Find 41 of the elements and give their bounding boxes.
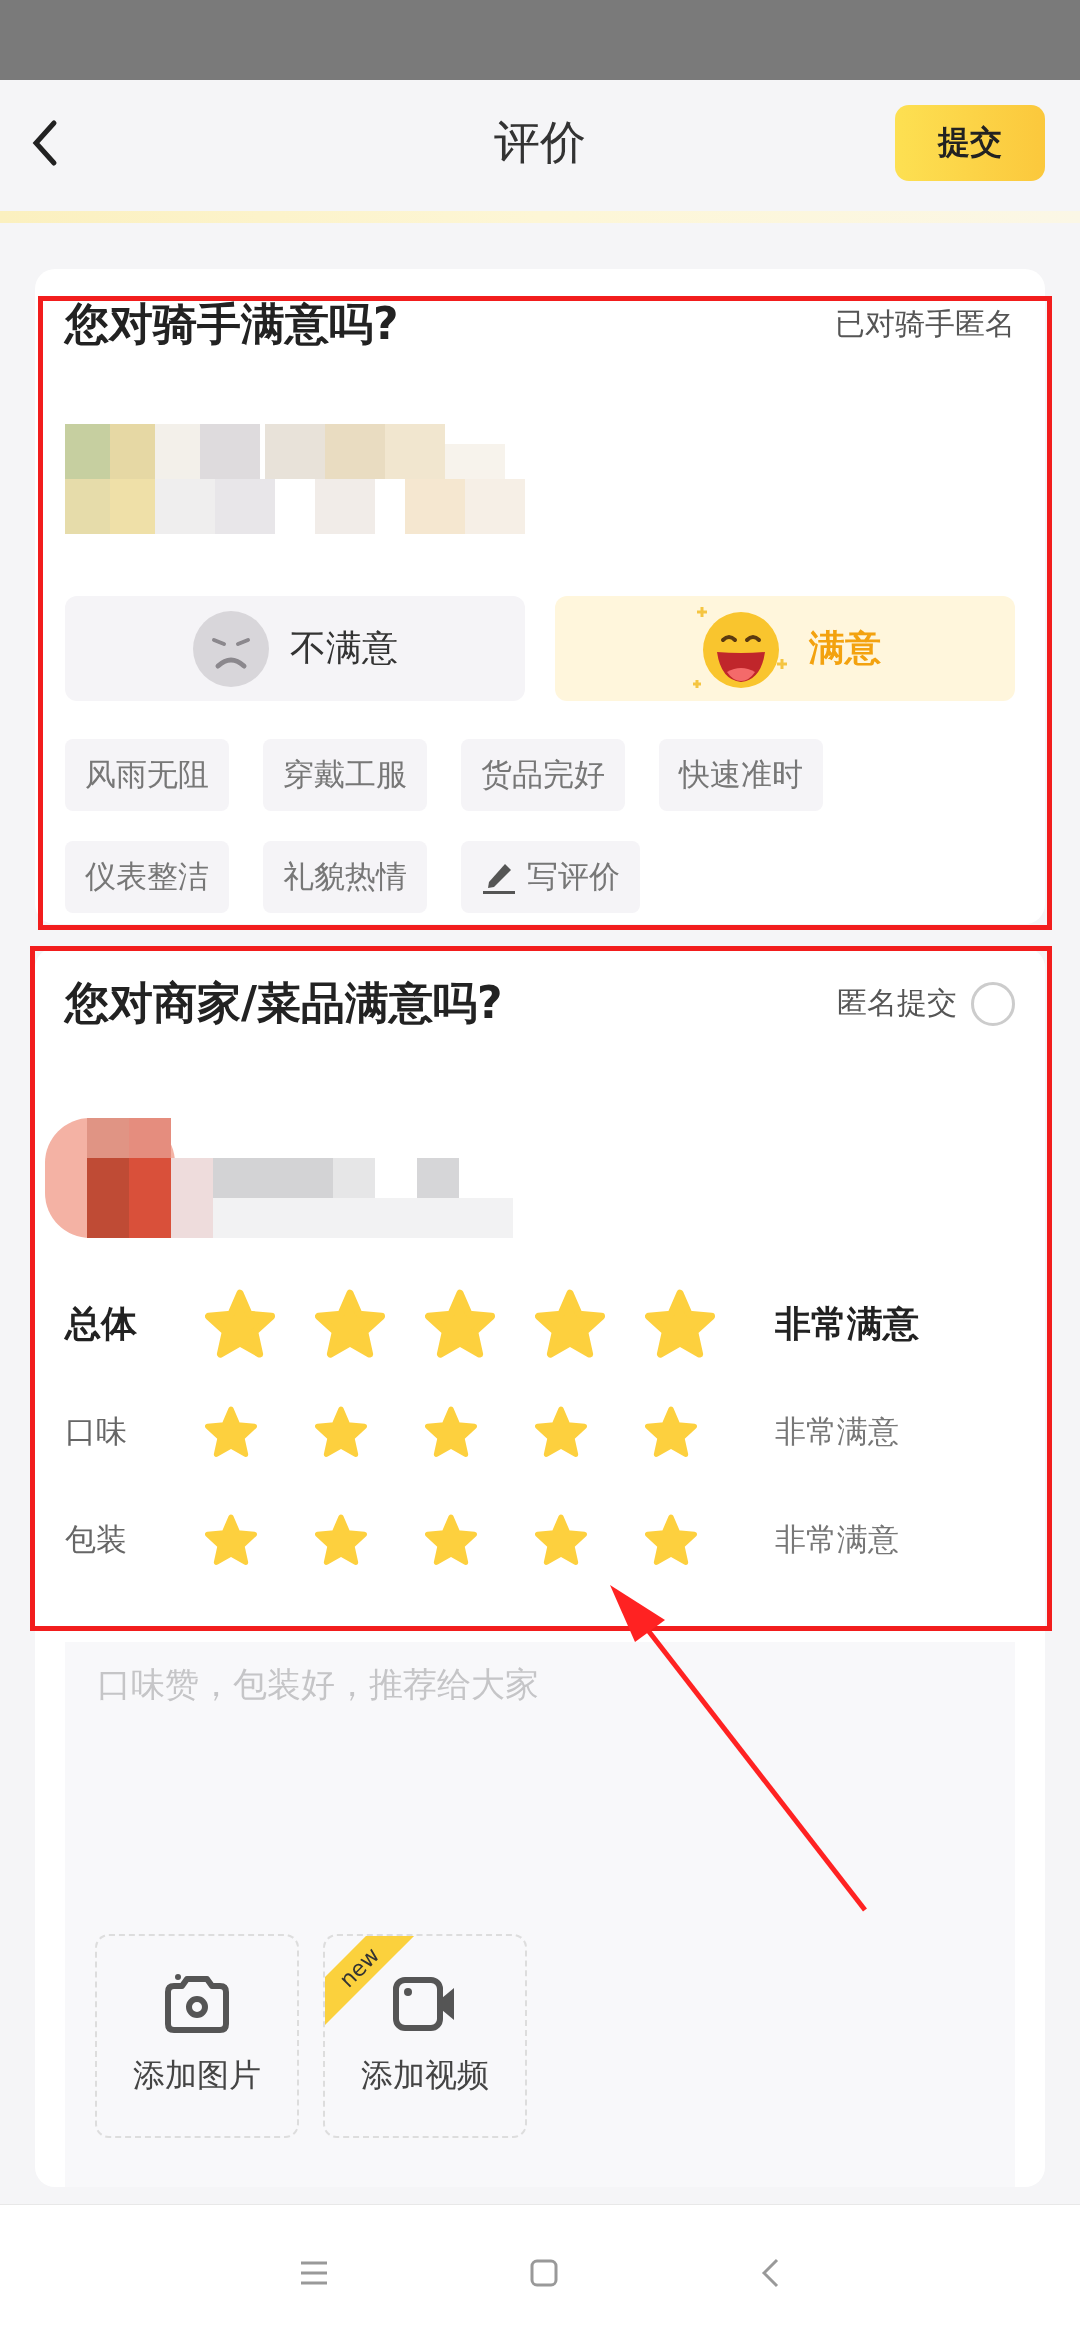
camera-icon [164, 1974, 230, 2034]
tag-chip[interactable]: 货品完好 [461, 739, 625, 811]
sad-face-icon [192, 609, 270, 688]
tag-chip[interactable]: 风雨无阻 [65, 739, 229, 811]
star-icon[interactable] [645, 1406, 697, 1458]
star-icon[interactable] [425, 1406, 477, 1458]
write-review-button[interactable]: 写评价 [461, 841, 640, 913]
star-icon[interactable] [315, 1289, 385, 1359]
rating-text: 非常满意 [775, 1412, 899, 1451]
radio-button[interactable] [971, 981, 1015, 1026]
rating-text: 非常满意 [775, 1520, 899, 1559]
anonymous-label: 匿名提交 [837, 984, 957, 1022]
star-icon[interactable] [535, 1289, 605, 1359]
rating-option[interactable]: 不满意 [65, 596, 525, 701]
rating-label: 总体 [65, 1301, 138, 1346]
section-title: 您对骑手满意吗? [65, 297, 399, 351]
star-icon[interactable] [425, 1289, 495, 1359]
star-icon[interactable] [205, 1406, 257, 1458]
star-icon[interactable] [645, 1289, 715, 1359]
home-icon[interactable] [529, 2257, 559, 2288]
star-icon[interactable] [205, 1514, 257, 1566]
submit-button[interactable]: 提交 [895, 104, 1045, 181]
rating-text: 非常满意 [775, 1301, 919, 1346]
star-icon[interactable] [425, 1514, 477, 1566]
tag-chip[interactable]: 仪表整洁 [65, 841, 229, 913]
add-photo-button[interactable]: 添加图片 [95, 1934, 299, 2138]
rating-label: 包装 [65, 1520, 128, 1559]
star-icon[interactable] [645, 1514, 697, 1566]
menu-icon[interactable] [299, 2259, 329, 2286]
star-icon[interactable] [205, 1289, 275, 1359]
star-icon[interactable] [535, 1406, 587, 1458]
anonymous-note: 已对骑手匿名 [835, 305, 1015, 343]
section-title: 您对商家/菜品满意吗? [65, 976, 503, 1030]
star-icon[interactable] [315, 1406, 367, 1458]
rating-label: 口味 [65, 1412, 128, 1451]
tag-chip[interactable]: 穿戴工服 [263, 739, 427, 811]
tag-chip[interactable]: 礼貌热情 [263, 841, 427, 913]
tag-chip[interactable]: 快速准时 [659, 739, 823, 811]
star-icon[interactable] [535, 1514, 587, 1566]
star-icon[interactable] [315, 1514, 367, 1566]
page-title: 评价 [494, 113, 586, 171]
